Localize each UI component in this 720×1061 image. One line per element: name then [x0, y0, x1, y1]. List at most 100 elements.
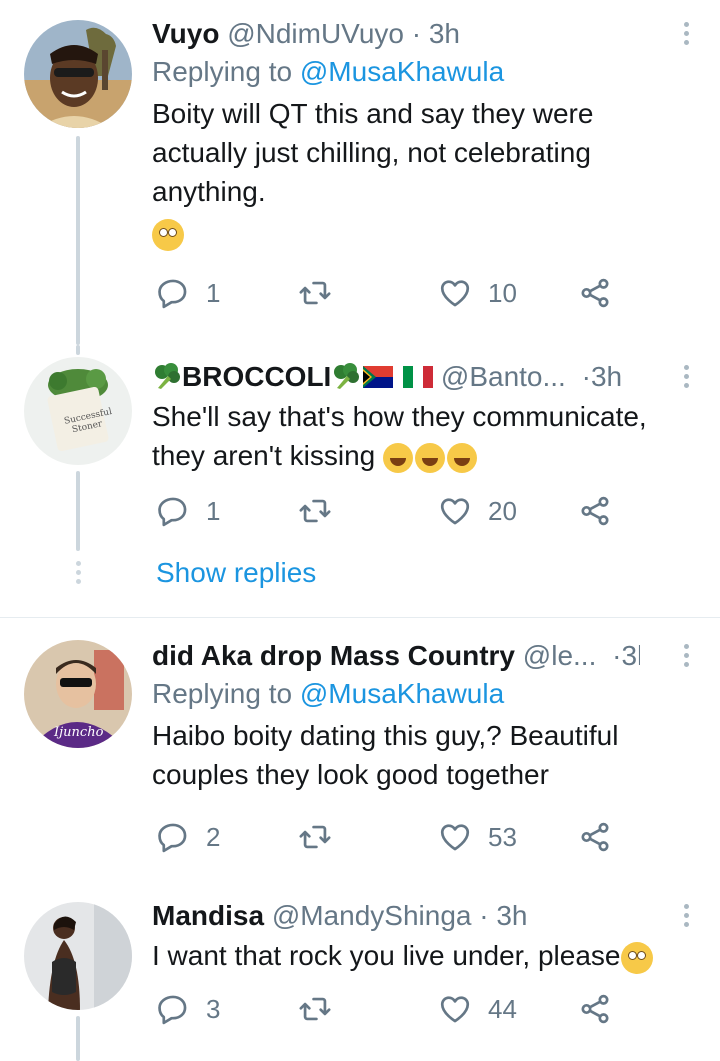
- user-handle[interactable]: @Banto...: [441, 361, 566, 392]
- tweet-body: I want that rock you live under, please: [152, 940, 621, 971]
- timestamp[interactable]: 3h: [621, 640, 640, 671]
- heart-icon: [438, 494, 472, 528]
- display-name[interactable]: did Aka drop Mass Country: [152, 640, 515, 671]
- tweet-broccoli[interactable]: Successful Stoner BROCCOLI @Banto... ·3h…: [0, 345, 720, 615]
- avatar[interactable]: Successful Stoner: [24, 357, 132, 465]
- display-name[interactable]: Mandisa: [152, 900, 264, 931]
- heart-icon: [438, 276, 472, 310]
- reply-button[interactable]: 1: [156, 494, 220, 528]
- like-button[interactable]: 10: [438, 276, 517, 310]
- rolling-eyes-emoji-icon: [152, 218, 184, 251]
- share-icon: [578, 820, 612, 854]
- svg-text:Ijuncho: Ijuncho: [53, 725, 104, 740]
- like-button[interactable]: 44: [438, 992, 517, 1026]
- avatar[interactable]: Ijuncho: [24, 640, 132, 748]
- display-name[interactable]: Vuyo: [152, 18, 219, 49]
- share-icon: [578, 494, 612, 528]
- tweet-header: Vuyo @NdimUVuyo · 3h: [152, 16, 680, 52]
- more-vertical-icon[interactable]: [682, 904, 690, 927]
- like-button[interactable]: 53: [438, 820, 517, 854]
- heart-icon: [438, 820, 472, 854]
- like-count: 53: [488, 821, 517, 852]
- heart-icon: [438, 992, 472, 1026]
- tweet-actions: 1 20: [152, 494, 680, 534]
- retweet-button[interactable]: [298, 494, 332, 528]
- mention-link[interactable]: @MusaKhawula: [300, 678, 504, 709]
- tears-of-joy-emoji-icon: [447, 442, 478, 473]
- reply-icon: [156, 276, 190, 310]
- user-handle[interactable]: @NdimUVuyo: [227, 18, 404, 49]
- retweet-button[interactable]: [298, 992, 332, 1026]
- thread-line: [76, 471, 80, 551]
- separator-dot: ·: [479, 900, 489, 931]
- tweet-actions: 1 10: [152, 276, 680, 316]
- replying-to: Replying to @MusaKhawula: [152, 676, 680, 712]
- share-button[interactable]: [578, 276, 612, 310]
- separator-dot: ·: [581, 361, 591, 392]
- tears-of-joy-emoji-icon: [383, 442, 414, 473]
- tweet-header: BROCCOLI @Banto... ·3h: [152, 359, 640, 395]
- share-button[interactable]: [578, 992, 612, 1026]
- tweet-actions: 2 53: [152, 820, 680, 860]
- tweet-header: did Aka drop Mass Country @le... ·3h: [152, 638, 640, 674]
- thread-line: [76, 136, 80, 345]
- display-name[interactable]: BROCCOLI: [182, 361, 331, 392]
- share-icon: [578, 992, 612, 1026]
- like-button[interactable]: 20: [438, 494, 517, 528]
- more-vertical-icon[interactable]: [682, 644, 690, 667]
- tweet-text: I want that rock you live under, please: [152, 936, 680, 975]
- thread-line: [76, 345, 80, 355]
- avatar[interactable]: [24, 902, 132, 1010]
- reply-count: 3: [206, 993, 221, 1024]
- user-handle[interactable]: @MandyShinga: [272, 900, 472, 931]
- tweet-did-aka[interactable]: Ijuncho did Aka drop Mass Country @le...…: [0, 618, 720, 886]
- tweet-vuyo[interactable]: Vuyo @NdimUVuyo · 3h Replying to @MusaKh…: [0, 0, 720, 345]
- retweet-icon: [298, 820, 332, 854]
- replying-to: Replying to @MusaKhawula: [152, 54, 680, 90]
- broccoli-emoji-icon: [155, 363, 180, 389]
- reply-icon: [156, 820, 190, 854]
- like-count: 44: [488, 993, 517, 1024]
- show-replies-link[interactable]: Show replies: [156, 557, 316, 589]
- reply-button[interactable]: 2: [156, 820, 220, 854]
- reply-button[interactable]: 3: [156, 992, 220, 1026]
- reply-count: 1: [206, 277, 221, 308]
- reply-icon: [156, 494, 190, 528]
- tweet-body: Boity will QT this and say they were act…: [152, 98, 594, 207]
- tweet-mandisa[interactable]: Mandisa @MandyShinga · 3h I want that ro…: [0, 886, 720, 1061]
- avatar[interactable]: [24, 20, 132, 128]
- mention-link[interactable]: @MusaKhawula: [300, 56, 504, 87]
- retweet-icon: [298, 992, 332, 1026]
- tears-of-joy-emoji-icon: [415, 442, 446, 473]
- tweet-text: Haibo boity dating this guy,? Beautiful …: [152, 716, 680, 794]
- tweet-body: Haibo boity dating this guy,? Beautiful …: [152, 720, 619, 790]
- timestamp[interactable]: 3h: [591, 361, 622, 392]
- replying-prefix: Replying to: [152, 678, 293, 709]
- reply-count: 2: [206, 821, 221, 852]
- reply-count: 1: [206, 495, 221, 526]
- retweet-icon: [298, 276, 332, 310]
- retweet-button[interactable]: [298, 820, 332, 854]
- more-vertical-icon[interactable]: [682, 365, 690, 388]
- thread-gap-dots: [74, 561, 82, 584]
- timestamp[interactable]: 3h: [429, 18, 460, 49]
- rolling-eyes-emoji-icon: [620, 941, 653, 974]
- retweet-button[interactable]: [298, 276, 332, 310]
- share-button[interactable]: [578, 494, 612, 528]
- tweet-header: Mandisa @MandyShinga · 3h: [152, 898, 680, 934]
- thread-line: [76, 1016, 80, 1061]
- share-button[interactable]: [578, 820, 612, 854]
- user-handle[interactable]: @le...: [523, 640, 597, 671]
- more-vertical-icon[interactable]: [682, 22, 690, 45]
- like-count: 20: [488, 495, 517, 526]
- south-africa-flag-icon: [363, 366, 394, 388]
- share-icon: [578, 276, 612, 310]
- reply-button[interactable]: 1: [156, 276, 220, 310]
- tweet-text: She'll say that's how they communicate, …: [152, 397, 680, 475]
- tweet-actions: 3 44: [152, 992, 680, 1032]
- italy-flag-icon: [403, 366, 434, 388]
- tweet-text: Boity will QT this and say they were act…: [152, 94, 680, 251]
- separator-dot: ·: [411, 18, 422, 49]
- reply-icon: [156, 992, 190, 1026]
- timestamp[interactable]: 3h: [496, 900, 527, 931]
